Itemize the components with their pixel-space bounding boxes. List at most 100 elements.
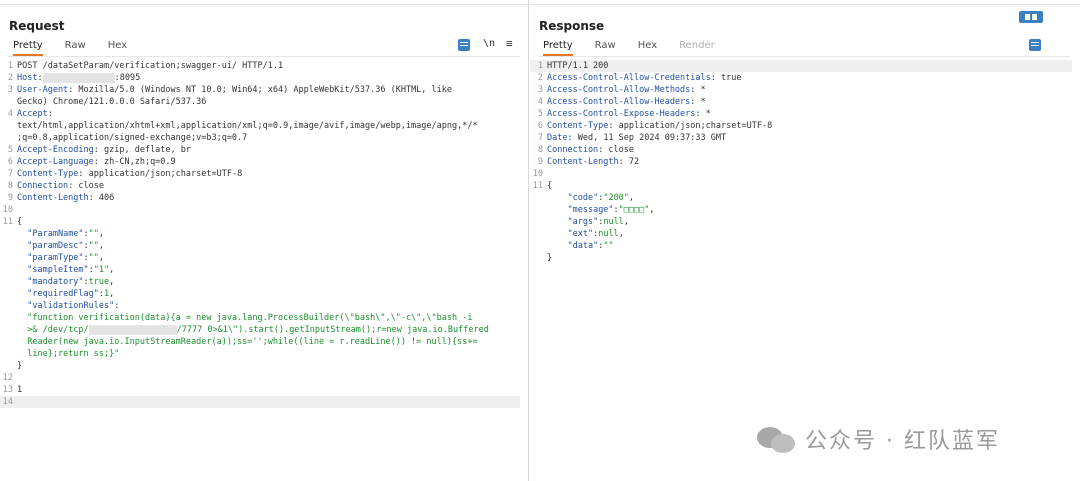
line-number (530, 252, 547, 264)
top-divider (530, 4, 1080, 5)
header-name: Access-Control-Allow-Credentials (547, 73, 711, 83)
line-number: 11 (532, 181, 543, 191)
response-editor[interactable]: 1 HTTP/1.1 200 2 Access-Control-Allow-Crede… (530, 60, 1072, 264)
json-value: "" (88, 253, 99, 263)
code-line: 9 Content-Length: 72 (530, 156, 1072, 168)
line-number: 11 (2, 217, 13, 227)
json-key: "sampleItem" (27, 265, 89, 275)
line-number (0, 348, 17, 360)
code-line: 3 User-Agent: Mozilla/5.0 (Windows NT 10.… (0, 84, 520, 96)
response-tabs: Pretty Raw Hex Render (543, 40, 737, 56)
code-line: "code":"200", (530, 192, 1072, 204)
line-number: 7 (537, 133, 543, 143)
line-text: "ext":null, (567, 229, 624, 239)
tabs-underline (8, 56, 520, 57)
line-number: 4 (7, 109, 13, 119)
code-line: 7 Date: Wed, 11 Sep 2024 09:37:33 GMT (530, 132, 1072, 144)
line-number: 9 (7, 193, 13, 203)
tab-raw[interactable]: Raw (65, 40, 86, 56)
watermark: 公众号 · 红队蓝军 (757, 423, 1000, 455)
line-text: Accept-Encoding: gzip, deflate, br (17, 145, 192, 155)
json-value: "□□□□" (618, 205, 650, 215)
header-name: Access-Control-Allow-Headers (547, 97, 691, 107)
line-text: Access-Control-Allow-Credentials: true (547, 73, 742, 83)
request-editor[interactable]: 1 POST /dataSetParam/verification;swagger… (0, 60, 520, 408)
line-number (0, 288, 17, 300)
code-line: 8 Connection: close (530, 144, 1072, 156)
watermark-text: 公众号 · 红队蓝军 (805, 429, 1000, 454)
line-text: "ParamName":"", (27, 229, 105, 239)
redacted-host (42, 72, 115, 83)
code-line: 10 (0, 204, 520, 216)
header-name: Accept-Encoding (17, 145, 94, 155)
pretty-format-icon[interactable] (458, 39, 470, 51)
line-text: text/html,application/xhtml+xml,applicat… (17, 121, 478, 131)
line-number (530, 192, 547, 204)
menu-icon[interactable]: ≡ (506, 37, 513, 50)
line-number (0, 336, 17, 348)
newline-toggle-icon[interactable]: \n (483, 38, 495, 49)
code-line: } (0, 360, 520, 372)
tab-pretty[interactable]: Pretty (13, 40, 43, 56)
line-number: 12 (2, 373, 13, 383)
line-number: 1 (7, 61, 13, 71)
code-line: 1 POST /dataSetParam/verification;swagger… (0, 60, 520, 72)
code-line: Gecko) Chrome/121.0.0.0 Safari/537.36 (0, 96, 520, 108)
json-value: null (598, 229, 619, 239)
line-number (0, 264, 17, 276)
code-line: 6 Content-Type: application/json;charset=… (530, 120, 1072, 132)
tabs-underline (538, 56, 1070, 57)
header-name: Connection (17, 181, 69, 191)
pretty-format-icon[interactable] (1029, 39, 1041, 51)
line-number (0, 96, 17, 108)
line-text: "validationRules": (27, 301, 120, 311)
code-line: "requiredFlag":1, (0, 288, 520, 300)
line-text: "paramType":"", (27, 253, 105, 263)
json-key: "ext" (567, 229, 594, 239)
chat-bubble-icon (757, 425, 797, 453)
line-number: 8 (537, 145, 543, 155)
request-title: Request (9, 19, 65, 33)
line-text: Gecko) Chrome/121.0.0.0 Safari/537.36 (17, 97, 207, 107)
line-text: Connection: close (547, 145, 635, 155)
line-number: 7 (7, 169, 13, 179)
code-line: "ParamName":"", (0, 228, 520, 240)
code-line: "function verification(data){a = new jav… (0, 312, 520, 324)
line-text: Accept: (17, 109, 53, 119)
line-text: Connection: close (17, 181, 105, 191)
code-line: 9 Content-Length: 406 (0, 192, 520, 204)
line-number: 6 (537, 121, 543, 131)
line-text: "function verification(data){a = new jav… (17, 312, 472, 324)
line-text: "message":"□□□□", (567, 205, 655, 215)
header-name: Content-Type (17, 169, 79, 179)
code-line: "mandatory":true, (0, 276, 520, 288)
line-text: Access-Control-Allow-Headers: * (547, 97, 706, 107)
json-value: "" (88, 241, 99, 251)
line-text: Content-Length: 72 (547, 157, 640, 167)
line-number: 2 (7, 73, 13, 83)
code-line: line};return ss;}" (0, 348, 520, 360)
line-number: 10 (532, 169, 543, 179)
line-text: "code":"200", (567, 193, 635, 203)
line-text: Reader(new java.io.InputStreamReader(a))… (17, 336, 478, 348)
json-value: null (603, 217, 624, 227)
code-line: Reader(new java.io.InputStreamReader(a))… (0, 336, 520, 348)
code-line: 2 Host::8095 (0, 72, 520, 84)
json-value: Reader(new java.io.InputStreamReader(a))… (27, 337, 478, 347)
tab-render[interactable]: Render (679, 40, 715, 56)
code-line: 12 (0, 372, 520, 384)
layout-toggle-icon[interactable] (1019, 11, 1043, 23)
tab-pretty[interactable]: Pretty (543, 40, 573, 56)
code-line: "sampleItem":"1", (0, 264, 520, 276)
tab-raw[interactable]: Raw (595, 40, 616, 56)
line-text: Content-Length: 406 (17, 193, 115, 203)
line-number (0, 360, 17, 372)
tab-hex[interactable]: Hex (638, 40, 657, 56)
header-name: Content-Length (17, 193, 89, 203)
line-text: } (547, 253, 553, 263)
line-number (0, 300, 17, 312)
code-line: 5 Accept-Encoding: gzip, deflate, br (0, 144, 520, 156)
line-text: User-Agent: Mozilla/5.0 (Windows NT 10.0… (17, 85, 453, 95)
line-text: Access-Control-Expose-Headers: * (547, 109, 711, 119)
tab-hex[interactable]: Hex (108, 40, 127, 56)
